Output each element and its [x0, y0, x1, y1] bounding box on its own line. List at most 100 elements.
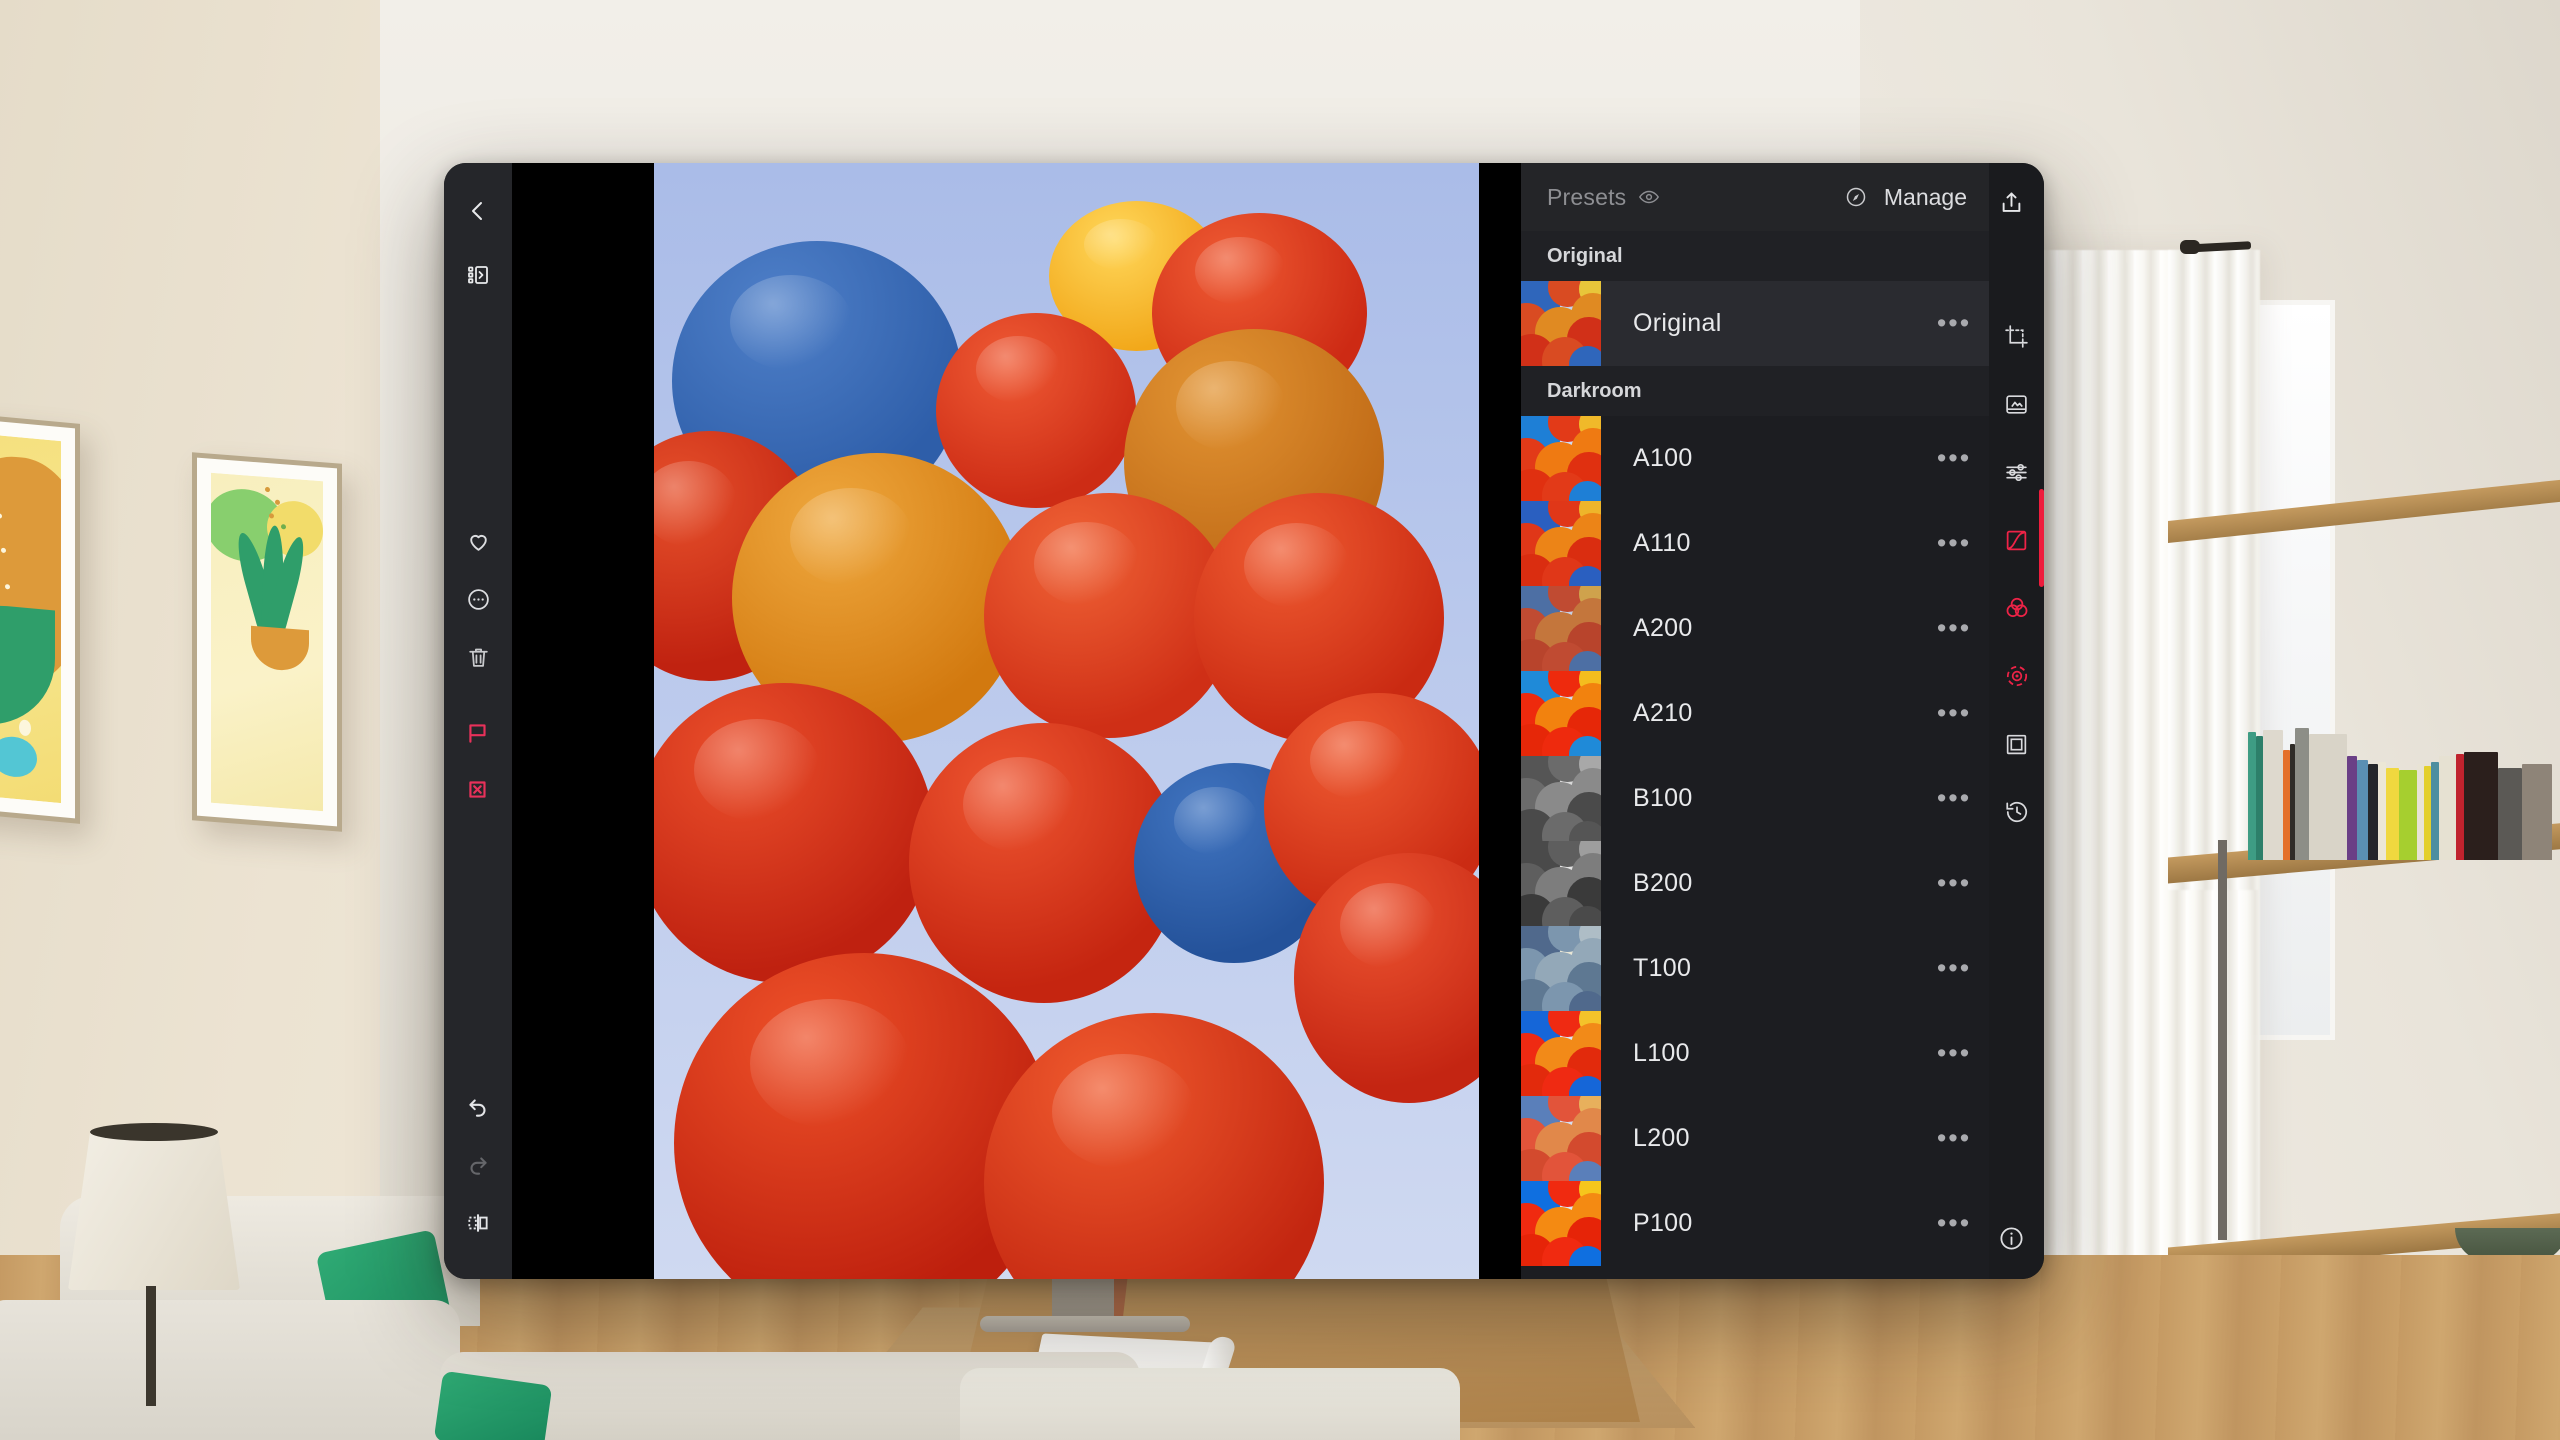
presets-tool-button[interactable]	[1994, 381, 2040, 427]
light-tool-button[interactable]	[1994, 449, 2040, 495]
preset-row[interactable]: P100 •••	[1521, 1181, 1989, 1266]
effects-icon	[2006, 665, 2027, 687]
preset-name-label: A200	[1633, 614, 1693, 642]
history-icon	[2005, 801, 2027, 823]
preset-thumbnail	[1521, 501, 1601, 586]
favorite-button[interactable]	[456, 519, 500, 563]
floor-lamp-shade	[68, 1130, 240, 1290]
right-toolbar	[1989, 163, 2044, 1279]
preset-row[interactable]: A100 •••	[1521, 416, 1989, 501]
preset-row[interactable]: A110 •••	[1521, 501, 1989, 586]
preset-row[interactable]: Original •••	[1521, 281, 1989, 366]
preset-row-more-button[interactable]: •••	[1919, 953, 1989, 984]
preset-row-more-button[interactable]: •••	[1919, 613, 1989, 644]
heart-icon	[469, 534, 487, 551]
preset-row-more-button[interactable]: •••	[1919, 1208, 1989, 1239]
back-button[interactable]	[456, 189, 500, 233]
photo-image-balloons[interactable]	[654, 163, 1479, 1279]
flag-reject-button[interactable]	[456, 767, 500, 811]
preset-name-label: L200	[1633, 1124, 1690, 1152]
compass-manage-icon[interactable]	[1844, 185, 1868, 209]
art-canvas	[0, 432, 61, 804]
eye-icon[interactable]	[1638, 186, 1660, 208]
more-options-button[interactable]	[456, 577, 500, 621]
preset-thumbnail	[1521, 1181, 1601, 1266]
monitor-stand-base	[980, 1316, 1190, 1332]
presets-scroll-container[interactable]: Original Original ••• Darkroom A100 ••• A110 ••…	[1521, 231, 1989, 1279]
balloon-red-upper	[936, 313, 1136, 508]
preset-thumbnail	[1521, 841, 1601, 926]
preset-name-label: T100	[1633, 954, 1692, 982]
preset-row-more-button[interactable]: •••	[1919, 308, 1989, 339]
preset-row[interactable]: B200 •••	[1521, 841, 1989, 926]
before-after-button[interactable]	[456, 1201, 500, 1245]
preset-row-more-button[interactable]: •••	[1919, 783, 1989, 814]
preset-thumbnail	[1521, 756, 1601, 841]
border-icon	[2006, 734, 2027, 754]
photo-editor-display: Presets Manage Original Original ••• Darkro…	[444, 163, 2044, 1279]
preset-row[interactable]: L200 •••	[1521, 1096, 1989, 1181]
preset-row-more-button[interactable]: •••	[1919, 1123, 1989, 1154]
preset-thumbnail	[1521, 1096, 1601, 1181]
border-tool-button[interactable]	[1994, 721, 2040, 767]
preset-thumbnail	[1521, 416, 1601, 501]
preset-row-more-button[interactable]: •••	[1919, 698, 1989, 729]
flag-pick-button[interactable]	[456, 711, 500, 755]
wall-art-frame-right	[192, 452, 342, 832]
photo-canvas-area[interactable]	[512, 163, 1521, 1279]
shelf-post	[2218, 840, 2227, 1240]
presets-scrollbar[interactable]	[2039, 489, 2044, 587]
before-after-icon	[468, 1214, 488, 1232]
filmstrip-toggle-button[interactable]	[456, 253, 500, 297]
crop-tool-button[interactable]	[1994, 313, 2040, 359]
preset-row[interactable]: B100 •••	[1521, 756, 1989, 841]
curves-tool-button[interactable]	[1994, 517, 2040, 563]
balloon-red-bottom-center	[984, 1013, 1324, 1279]
effects-tool-button[interactable]	[1994, 653, 2040, 699]
left-toolbar	[444, 163, 512, 1279]
presets-panel: Presets Manage Original Original ••• Darkro…	[1521, 163, 1989, 1279]
preset-name-label: A100	[1633, 444, 1693, 472]
art-mat	[197, 457, 337, 827]
undo-icon	[469, 1099, 486, 1117]
floor-lamp-top-rim	[90, 1123, 218, 1141]
balloon-red-lower-left	[654, 683, 934, 983]
undo-button[interactable]	[456, 1085, 500, 1129]
preset-row-more-button[interactable]: •••	[1919, 1038, 1989, 1069]
preset-row[interactable]: A210 •••	[1521, 671, 1989, 756]
preset-name-label: A110	[1633, 529, 1691, 557]
preset-row[interactable]: A200 •••	[1521, 586, 1989, 671]
preset-row-more-button[interactable]: •••	[1919, 528, 1989, 559]
chevron-left-icon	[472, 202, 482, 220]
redo-button[interactable]	[456, 1143, 500, 1187]
preset-thumbnail	[1521, 586, 1601, 671]
floor-lamp-stem	[146, 1286, 156, 1406]
share-button[interactable]	[1984, 175, 2038, 229]
crop-icon	[2005, 324, 2028, 348]
presets-panel-header: Presets Manage	[1521, 163, 1989, 231]
art-mat	[0, 417, 75, 819]
preset-name-label: B100	[1633, 784, 1693, 812]
history-tool-button[interactable]	[1994, 789, 2040, 835]
preset-group-header: Original	[1521, 231, 1989, 281]
preset-name-label: Original	[1633, 309, 1722, 337]
redo-icon	[470, 1157, 487, 1175]
preset-row[interactable]: L100 •••	[1521, 1011, 1989, 1096]
preset-row-more-button[interactable]: •••	[1919, 443, 1989, 474]
wall-art-frame-left	[0, 412, 80, 824]
share-upload-icon	[2002, 192, 2020, 212]
preset-row[interactable]: T100 •••	[1521, 926, 1989, 1011]
info-circle-icon	[1999, 1226, 2023, 1250]
filmstrip-panel-icon	[468, 266, 488, 284]
preset-row-more-button[interactable]: •••	[1919, 868, 1989, 899]
art-canvas	[211, 472, 323, 812]
delete-button[interactable]	[456, 635, 500, 679]
trash-icon	[468, 648, 488, 667]
color-mix-icon	[2006, 597, 2027, 617]
preset-group-header: Darkroom	[1521, 366, 1989, 416]
color-mix-tool-button[interactable]	[1994, 585, 2040, 631]
preset-name-label: L100	[1633, 1039, 1690, 1067]
info-button[interactable]	[1984, 1211, 2038, 1265]
manage-button[interactable]: Manage	[1884, 184, 1967, 211]
image-presets-icon	[2006, 394, 2027, 414]
